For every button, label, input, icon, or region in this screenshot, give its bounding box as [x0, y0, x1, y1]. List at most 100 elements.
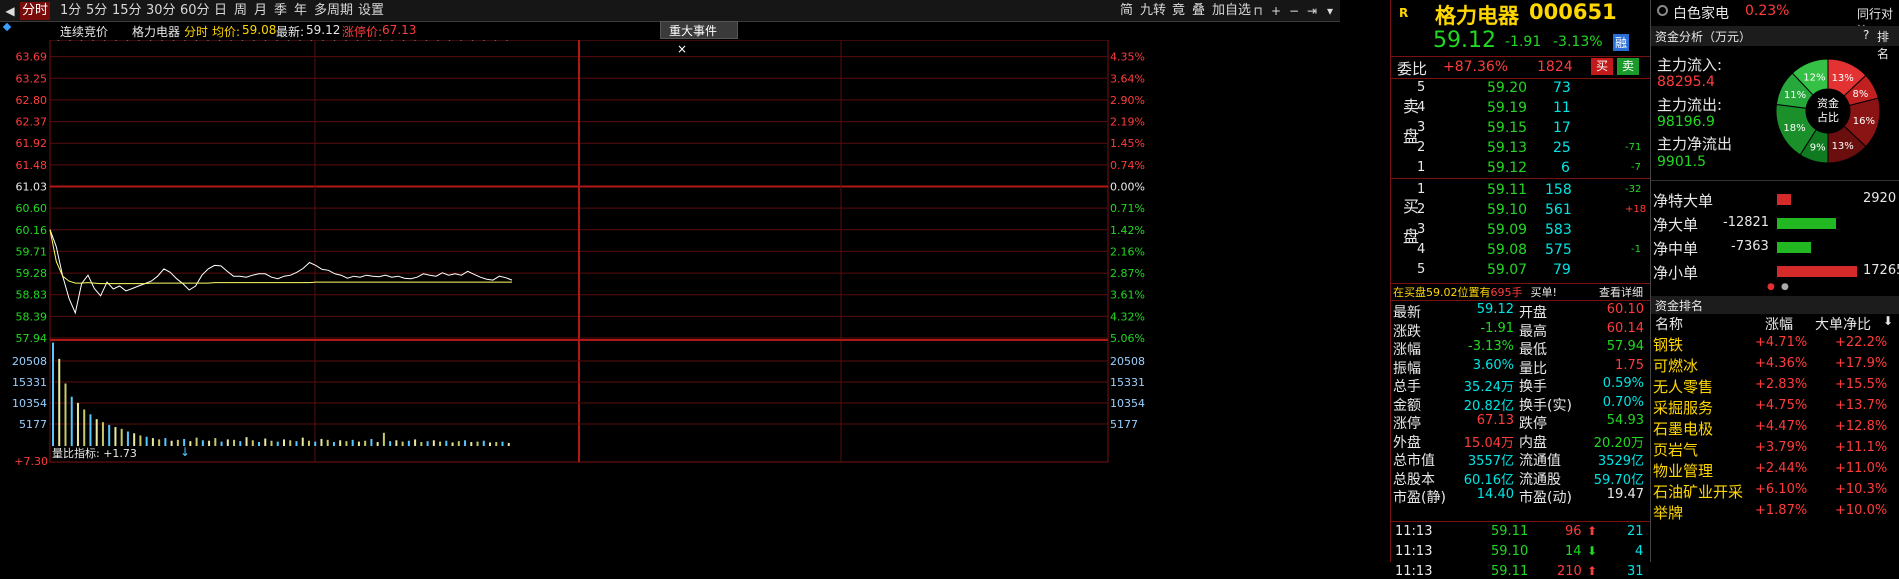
rank-name[interactable]: 石墨电极: [1653, 418, 1713, 439]
tab-60min[interactable]: 60分: [178, 2, 212, 20]
tab-1min[interactable]: 1分: [58, 2, 83, 20]
zoom-out-icon[interactable]: −: [1286, 2, 1302, 20]
volume-bar: [407, 440, 410, 446]
simple-button[interactable]: 简: [1118, 2, 1135, 20]
rank-name[interactable]: 无人零售: [1653, 376, 1713, 397]
main-inflow-value: 88295.4: [1657, 74, 1715, 90]
price-tick: 59.71: [16, 245, 48, 258]
tab-month[interactable]: 月: [252, 2, 269, 20]
volume-bar: [451, 442, 454, 446]
sidebar-toggle-icon[interactable]: ◀: [2, 2, 18, 20]
buy-button[interactable]: 买: [1591, 58, 1613, 75]
tab-settings[interactable]: 设置: [356, 2, 386, 20]
rank-name[interactable]: 页岩气: [1653, 439, 1698, 460]
tab-5min[interactable]: 5分: [84, 2, 109, 20]
asks-price: 59.20: [1487, 80, 1528, 96]
tick-price: 59.11: [1491, 524, 1529, 539]
flow-bar: [1777, 242, 1812, 253]
rank-name[interactable]: 钢铁: [1653, 334, 1683, 355]
volume-bar: [301, 437, 304, 446]
stat-label: 涨跌: [1393, 323, 1421, 340]
rank-change: +2.44%: [1755, 461, 1808, 476]
stock-code: 000651: [1529, 0, 1617, 24]
price-tick: 63.69: [16, 51, 48, 64]
donut-label: 13%: [1832, 73, 1854, 84]
zoom-in-icon[interactable]: +: [1268, 2, 1284, 20]
stat-label: 开盘: [1519, 305, 1547, 321]
tab-week[interactable]: 周: [232, 2, 249, 20]
arrow-down-icon: ↓: [180, 445, 190, 459]
asks-level: 4: [1417, 100, 1426, 115]
rank-ratio: +11.0%: [1835, 461, 1888, 476]
volume-bar: [426, 441, 429, 446]
auction-button[interactable]: 竟: [1170, 2, 1187, 20]
view-details-link[interactable]: 查看详细: [1599, 284, 1643, 300]
bids-delta: -1: [1631, 244, 1641, 255]
volume-bar: [289, 440, 292, 446]
stat-label: 总手: [1393, 379, 1421, 395]
volume-bar: [482, 440, 485, 446]
auction-status: 连续竞价: [60, 25, 109, 39]
volume-bar: [145, 436, 148, 446]
rank-head-change[interactable]: 涨幅: [1765, 314, 1793, 334]
pct-tick: 2.90%: [1110, 94, 1145, 107]
bids-level: 1: [1417, 182, 1426, 197]
pct-tick: 3.64%: [1110, 72, 1145, 85]
jump-end-icon[interactable]: ⇥: [1304, 2, 1320, 20]
big-order-alert[interactable]: 在买盘59.02位置有695手 买单!: [1393, 284, 1557, 300]
main-outflow-label: 主力流出:: [1657, 96, 1723, 114]
latest-value: 59.12: [306, 23, 341, 37]
intraday-chart[interactable]: 64.12 5.06% 63.69 4.35% 63.25 3.64% 62.80 2.90%…: [0, 40, 1390, 562]
rank-head-name[interactable]: 名称: [1655, 314, 1683, 334]
lock-icon[interactable]: ⊓: [1250, 2, 1266, 20]
volume-bar: [95, 419, 98, 446]
rank-change: +4.71%: [1755, 335, 1808, 350]
sector-name[interactable]: 白色家电: [1673, 3, 1729, 23]
pct-tick: 0.00%: [1110, 181, 1145, 194]
alert-type: 买单!: [1530, 286, 1557, 299]
rank-name[interactable]: 采掘服务: [1653, 397, 1713, 418]
rank-name[interactable]: 可燃冰: [1653, 355, 1698, 376]
tab-season[interactable]: 季: [272, 2, 289, 20]
volume-bar: [114, 427, 117, 446]
add-watchlist-button[interactable]: 加自选: [1210, 2, 1253, 20]
nine-turn-button[interactable]: 九转: [1138, 2, 1168, 20]
gear-icon[interactable]: [1657, 5, 1668, 16]
rank-name[interactable]: 举牌: [1653, 502, 1683, 523]
tab-30min[interactable]: 30分: [144, 2, 178, 20]
tick-price: 59.11: [1491, 564, 1529, 579]
flow-bar: [1777, 194, 1791, 205]
dropdown-icon[interactable]: ▾: [1322, 2, 1338, 20]
help-icon[interactable]: ?: [1863, 28, 1869, 42]
tab-day[interactable]: 日: [212, 2, 229, 20]
volume-bar: [245, 437, 248, 446]
stat-value: 0.59%: [1602, 376, 1644, 391]
rank-head-ratio[interactable]: 大单净比: [1815, 314, 1871, 334]
tab-fenshi[interactable]: 分时: [20, 2, 51, 20]
price-tick: 58.83: [16, 289, 48, 302]
stat-value: 59.70亿: [1593, 472, 1644, 488]
volume-bar: [357, 441, 360, 446]
bids-level: 4: [1417, 242, 1426, 257]
tab-multi-period[interactable]: 多周期: [312, 2, 355, 20]
page-dot[interactable]: ●: [1781, 282, 1789, 292]
blue-diamond-icon: [2, 22, 12, 32]
bids-level: 2: [1417, 202, 1426, 217]
stat-value: -1.91: [1480, 320, 1514, 336]
overlay-button[interactable]: 叠: [1190, 2, 1207, 20]
arrow-down-icon: ⬇: [1587, 544, 1598, 558]
volume-bar: [307, 440, 310, 446]
tab-year[interactable]: 年: [292, 2, 309, 20]
tick-count: 4: [1635, 544, 1644, 559]
stat-value: 19.47: [1606, 487, 1644, 502]
rank-name[interactable]: 物业管理: [1653, 460, 1713, 481]
rank-name[interactable]: 石油矿业开采: [1653, 481, 1743, 502]
sell-button[interactable]: 卖: [1617, 58, 1639, 75]
major-event-button[interactable]: 重大事件 ×: [660, 21, 738, 56]
bids-level: 3: [1417, 222, 1426, 237]
stat-label: 流通值: [1519, 453, 1561, 469]
sort-desc-icon[interactable]: ⬇: [1883, 314, 1893, 328]
tab-15min[interactable]: 15分: [110, 2, 144, 20]
volume-bar: [364, 440, 367, 446]
page-dot-active[interactable]: ●: [1767, 282, 1775, 292]
